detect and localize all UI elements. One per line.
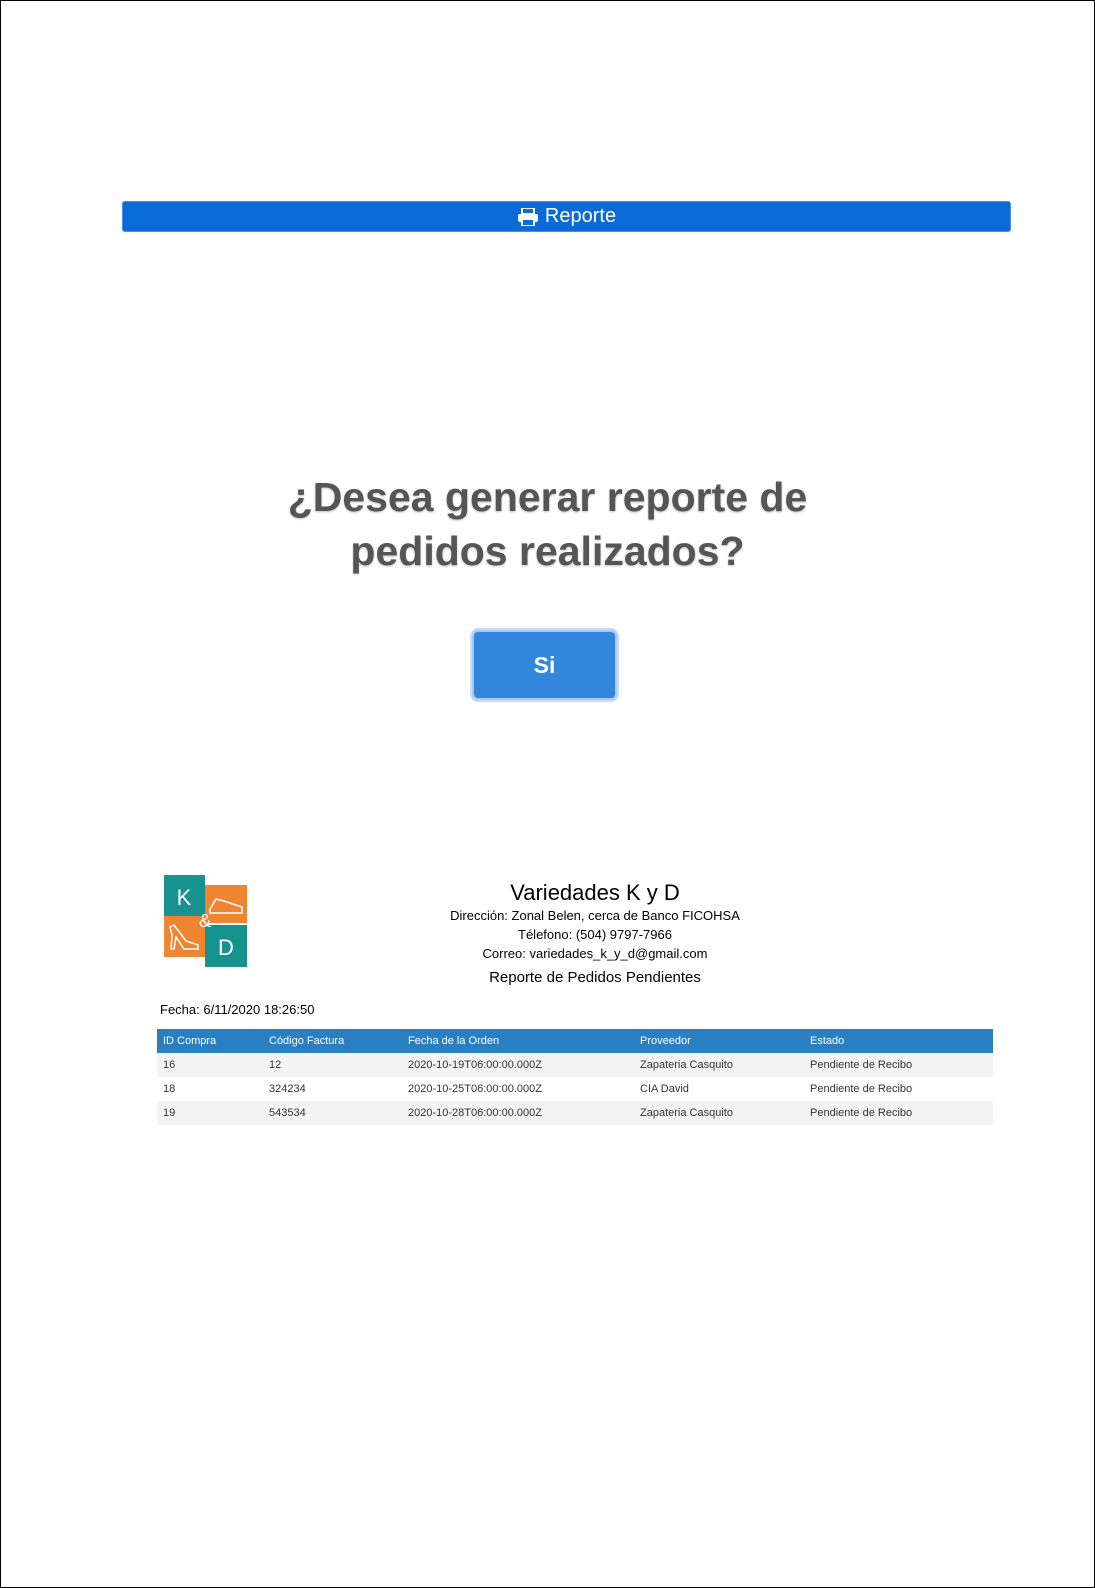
question-line-1: ¿Desea generar reporte de [287,474,808,520]
col-header: Estado [810,1035,845,1047]
col-header: Código Factura [269,1035,345,1047]
confirm-button[interactable]: Si [472,630,617,700]
table-row: 16 12 2020-10-19T06:00:00.000Z Zapateria… [157,1053,993,1077]
table-cell: CIA David [640,1083,689,1095]
report-button-label: Reporte [544,205,617,227]
report-button[interactable]: Reporte [122,201,1011,232]
col-header: Fecha de la Orden [408,1035,500,1047]
company-name: Variedades K y D [510,880,680,905]
table-cell: 18 [163,1083,176,1095]
table-cell: Zapateria Casquito [640,1107,733,1119]
company-address: Dirección: Zonal Belen, cerca de Banco F… [450,908,740,923]
orders-table: ID Compra Código Factura Fecha de la Ord… [157,1029,993,1125]
table-cell: 12 [269,1059,282,1071]
table-header-row: ID Compra Código Factura Fecha de la Ord… [157,1029,993,1053]
company-email: Correo: variedades_k_y_d@gmail.com [482,946,708,961]
logo-ampersand: & [199,911,211,931]
logo-letter-k: K [177,885,192,910]
table-cell: 2020-10-28T06:00:00.000Z [408,1107,542,1119]
col-header: ID Compra [163,1035,217,1047]
report-date: Fecha: 6/11/2020 18:26:50 [160,1002,315,1017]
page-frame [0,0,1095,1588]
question-line-2: pedidos realizados? [350,528,745,574]
table-cell: Zapateria Casquito [640,1059,733,1071]
table-cell: 2020-10-25T06:00:00.000Z [408,1083,542,1095]
table-cell: 543534 [269,1107,306,1119]
table-row: 19 543534 2020-10-28T06:00:00.000Z Zapat… [157,1101,993,1125]
table-row: 18 324234 2020-10-25T06:00:00.000Z CIA D… [157,1077,993,1101]
company-header: Variedades K y D Dirección: Zonal Belen,… [420,880,770,989]
table-cell: Pendiente de Recibo [810,1059,913,1071]
table-cell: 324234 [269,1083,306,1095]
logo-letter-d: D [218,935,234,960]
table-cell: Pendiente de Recibo [810,1083,913,1095]
col-header: Proveedor [640,1035,691,1047]
table-cell: 2020-10-19T06:00:00.000Z [408,1059,542,1071]
printer-icon [517,207,538,226]
company-logo: K & D [164,875,247,967]
confirm-question: ¿Desea generar reporte de pedidos realiz… [150,470,945,578]
table-cell: Pendiente de Recibo [810,1107,913,1119]
company-phone: Télefono: (504) 9797-7966 [518,927,672,942]
report-title: Reporte de Pedidos Pendientes [489,969,701,986]
table-cell: 19 [163,1107,176,1119]
table-cell: 16 [163,1059,176,1071]
